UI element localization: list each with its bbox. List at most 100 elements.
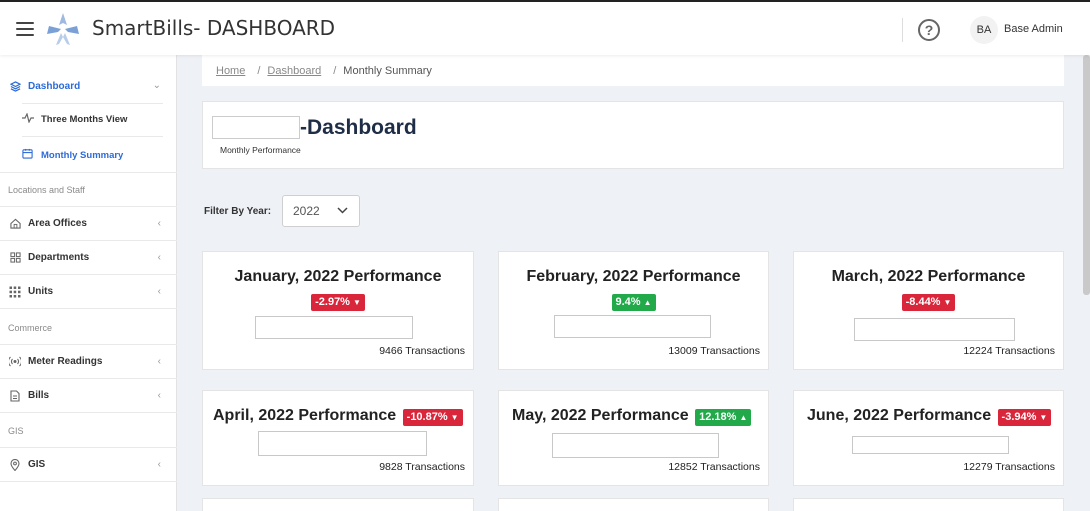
page-title: -Dashboard [300,116,417,139]
scrollbar-thumb[interactable] [1083,55,1090,295]
breadcrumb-home[interactable]: Home [216,65,245,77]
performance-card-march: March, 2022 Performance -8.44% ▼ 12224 Tr… [793,251,1064,370]
transactions-count: 12279 Transactions [963,461,1055,473]
sidebar: Dashboard ⌄ Three Months View Monthly Su… [0,55,177,511]
card-title: May, 2022 Performance [512,407,689,424]
app-logo [47,13,79,45]
sidebar-item-label: Bills [28,390,50,401]
breadcrumb-dashboard[interactable]: Dashboard [267,65,321,77]
sidebar-item-label: Departments [28,252,90,263]
transactions-count: 12852 Transactions [668,461,760,473]
chart-placeholder-box [255,316,413,339]
sidebar-section-heading: Commerce [8,323,53,333]
grid-icon [9,252,21,264]
change-badge: -3.94% ▼ [997,408,1052,426]
sidebar-item-gis[interactable]: GIS ‹ [0,448,177,482]
chevron-down-icon: ⌄ [152,80,161,91]
chevron-left-icon: ‹ [157,390,161,401]
chevron-left-icon: ‹ [157,356,161,367]
sidebar-item-area-offices[interactable]: Area Offices ‹ [0,207,177,241]
change-value: -2.97% [315,296,350,308]
header-divider [902,18,903,42]
performance-card-may: May, 2022 Performance 12.18% ▲ 12852 Tran… [498,390,769,486]
sidebar-item-departments[interactable]: Departments ‹ [0,241,177,275]
home-icon [9,218,21,230]
chart-placeholder-box [552,433,719,458]
caret-down-icon: ▼ [943,297,952,307]
performance-card-february: February, 2022 Performance 9.4% ▲ 13009 T… [498,251,769,370]
sidebar-item-label: Meter Readings [28,356,103,367]
transactions-count: 9828 Transactions [379,461,465,473]
badge-row: -2.97% ▼ [203,292,473,311]
top-bar: SmartBills- DASHBOARD ? BA Base Admin [0,0,1090,55]
sidebar-section-heading: GIS [8,426,24,436]
sidebar-item-label: Three Months View [41,114,128,125]
card-title-row: April, 2022 Performance -10.87% ▼ [213,407,463,426]
chart-placeholder-box [852,436,1009,454]
menu-icon[interactable] [16,22,34,36]
help-icon[interactable]: ? [918,19,940,41]
sidebar-item-bills[interactable]: Bills ‹ [0,379,177,413]
card-title: June, 2022 Performance [807,407,992,424]
activity-icon [22,112,34,126]
sidebar-item-label: Monthly Summary [41,149,124,161]
change-value: -3.94% [1001,411,1037,423]
change-badge: -10.87% ▼ [402,408,463,426]
performance-card-partial [202,498,474,511]
sidebar-item-units[interactable]: Units ‹ [0,275,177,309]
year-select[interactable]: 2022 [282,195,360,227]
change-badge: -8.44% ▼ [901,293,956,311]
sidebar-item-three-months-view[interactable]: Three Months View [22,103,163,137]
card-title-row: May, 2022 Performance 12.18% ▲ [512,407,752,426]
card-title: March, 2022 Performance [831,268,1026,285]
title-placeholder-box [212,116,300,139]
card-title: April, 2022 Performance [213,407,397,424]
chevron-left-icon: ‹ [157,218,161,229]
breadcrumb: Home / Dashboard / Monthly Summary [202,55,1064,86]
badge-row: 9.4% ▲ [499,292,768,311]
app-title: SmartBills- DASHBOARD [92,16,336,40]
breadcrumb-current: Monthly Summary [343,64,432,77]
change-badge: 12.18% ▲ [695,408,752,426]
broadcast-icon [9,356,21,368]
caret-down-icon: ▼ [1039,412,1048,422]
page-header-card: -Dashboard Monthly Performance [202,101,1064,169]
page-subtitle: Monthly Performance [220,145,301,155]
chevron-down-icon [337,205,348,217]
change-value: -10.87% [406,411,448,423]
change-value: 9.4% [615,296,641,308]
chart-placeholder-box [854,318,1015,341]
card-title: February, 2022 Performance [526,268,741,285]
performance-card-january: January, 2022 Performance -2.97% ▼ 9466 T… [202,251,474,370]
document-icon [9,389,21,402]
calendar-icon [22,148,34,162]
transactions-count: 13009 Transactions [668,345,760,357]
transactions-count: 9466 Transactions [379,345,465,357]
card-title-row: June, 2022 Performance -3.94% ▼ [807,407,1052,426]
caret-down-icon: ▼ [352,297,361,307]
change-badge: 9.4% ▲ [611,293,656,311]
caret-down-icon: ▼ [450,412,459,422]
avatar[interactable]: BA [970,16,998,44]
performance-card-partial [498,498,769,511]
change-value: -8.44% [905,296,941,308]
performance-card-april: April, 2022 Performance -10.87% ▼ 9828 Tr… [202,390,474,486]
sidebar-item-meter-readings[interactable]: Meter Readings ‹ [0,345,177,379]
card-title: January, 2022 Performance [234,268,442,285]
user-name[interactable]: Base Admin [1004,23,1063,35]
map-pin-icon [9,458,21,471]
caret-up-icon: ▲ [739,412,748,422]
transactions-count: 12224 Transactions [963,345,1055,357]
divider [0,172,177,173]
change-value: 12.18% [699,411,737,423]
sidebar-item-dashboard[interactable]: Dashboard ⌄ [0,69,177,103]
badge-row: -8.44% ▼ [794,292,1063,311]
sidebar-item-label: Units [28,286,53,297]
layers-icon [9,80,21,92]
sidebar-item-monthly-summary[interactable]: Monthly Summary [22,138,163,172]
year-select-value: 2022 [293,204,320,218]
sidebar-item-label: GIS [28,459,46,470]
breadcrumb-separator: / [333,64,337,77]
sidebar-item-label: Dashboard [28,80,81,92]
chevron-left-icon: ‹ [157,252,161,263]
